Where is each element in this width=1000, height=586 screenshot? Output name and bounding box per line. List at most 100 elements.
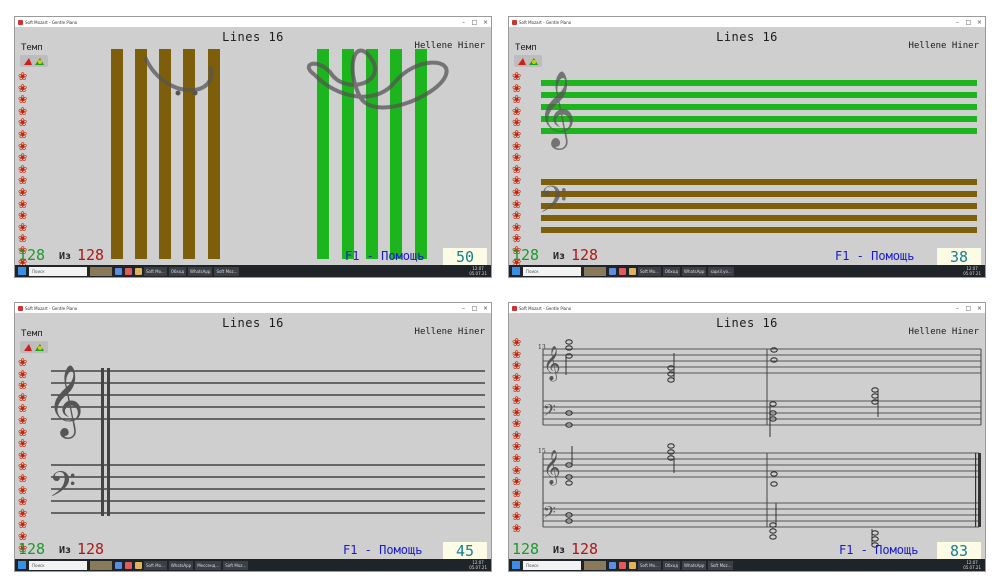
bass-clef-icon: 𝄢: [539, 179, 567, 230]
count-separator: Из: [553, 251, 566, 262]
close-icon[interactable]: ×: [974, 305, 985, 312]
maximize-icon[interactable]: □: [469, 19, 480, 26]
notes-total-count: 128: [571, 540, 599, 558]
score-canvas[interactable]: Lines 16 Hellene Hiner ❀ ❀ ❀ ❀ ❀ ❀ ❀ ❀ ❀ ❀ ❀ ❀ ❀ ❀ ❀ ❀ ❀…: [509, 313, 985, 560]
taskbar-app[interactable]: Обход: [662, 266, 681, 276]
taskbar-app[interactable]: Soft Mo...: [144, 560, 167, 570]
maximize-icon[interactable]: □: [963, 19, 974, 26]
taskbar-thumbnail: [90, 266, 112, 276]
taskbar-app[interactable]: Soft Moz...: [223, 560, 249, 570]
taskbar-app-icon[interactable]: [115, 561, 122, 569]
windows-start-icon[interactable]: [18, 267, 26, 275]
status-bar: 128 Из 128 F1 - Помощь 83: [509, 539, 985, 560]
help-hint[interactable]: F1 - Помощь: [343, 543, 422, 557]
search-input[interactable]: Поиск: [29, 266, 87, 276]
title-bar: Soft Mozart - Gentle Piano – □ ×: [15, 303, 491, 313]
taskbar: Поиск Soft Mo... WhatsApp Мессенд... Sof…: [15, 559, 491, 571]
minimize-icon[interactable]: –: [458, 305, 469, 312]
help-hint[interactable]: F1 - Помощь: [345, 249, 424, 263]
score-canvas[interactable]: Lines 16 Hellene Hiner Темп ❀ ❀ ❀ ❀ ❀ ❀ ❀ ❀ ❀ ❀ ❀ ❀…: [509, 27, 985, 268]
taskbar-app[interactable]: Soft Moz...: [214, 266, 240, 276]
help-hint[interactable]: F1 - Помощь: [835, 249, 914, 263]
sheet-music-view: 13 𝄞 𝄢 15 𝄞 𝄢: [538, 339, 982, 548]
bass-staff: [51, 464, 485, 514]
title-bar: Soft Mozart - Gentle Piano – □ ×: [509, 303, 985, 313]
taskbar-app[interactable]: Обход: [662, 560, 681, 570]
taskbar-clock: 12:07 05.07.21: [469, 560, 487, 570]
maximize-icon[interactable]: □: [469, 305, 480, 312]
system-1-bass: [543, 400, 981, 426]
search-input[interactable]: Поиск: [523, 266, 581, 276]
taskbar-app-icon[interactable]: [609, 561, 616, 569]
status-bar: 128 Из 128 F1 - Помощь 38: [509, 245, 985, 266]
taskbar-clock: 12:07 05.07.21: [963, 560, 981, 570]
close-icon[interactable]: ×: [480, 19, 491, 26]
minimize-icon[interactable]: –: [458, 19, 469, 26]
notes-played-count: 128: [18, 540, 46, 558]
vertical-bars-view: [111, 48, 449, 259]
taskbar-app-icon[interactable]: [135, 561, 142, 569]
taskbar-app[interactable]: Soft Mo...: [638, 560, 661, 570]
taskbar-app[interactable]: WhatsApp: [682, 266, 707, 276]
treble-staff: [51, 370, 485, 420]
taskbar-app-icon[interactable]: [125, 267, 132, 275]
app-window-vertical-bars: Soft Mozart - Gentle Piano – □ × Lines 1…: [14, 16, 492, 278]
windows-start-icon[interactable]: [18, 561, 26, 569]
maximize-icon[interactable]: □: [963, 305, 974, 312]
taskbar-app[interactable]: WhatsApp: [188, 266, 213, 276]
taskbar: Поиск Soft Mo... Обход WhatsApp sapsil.y…: [509, 265, 985, 277]
taskbar-app[interactable]: sapsil.yo...: [708, 266, 734, 276]
note-stems: [565, 353, 879, 545]
search-input[interactable]: Поиск: [29, 560, 87, 570]
search-input[interactable]: Поиск: [523, 560, 581, 570]
notes-total-count: 128: [77, 540, 105, 558]
windows-start-icon[interactable]: [512, 561, 520, 569]
treble-clef-icon: 𝄞: [47, 363, 84, 439]
score-canvas[interactable]: Lines 16 Hellene Hiner Темп ❀ ❀ ❀ ❀ ❀ ❀ ❀ ❀ ❀ ❀ ❀ ❀…: [15, 27, 491, 268]
taskbar-thumbnail: [584, 560, 606, 570]
help-hint[interactable]: F1 - Помощь: [839, 543, 918, 557]
notes-played-count: 128: [18, 246, 46, 264]
taskbar-thumbnail: [584, 266, 606, 276]
taskbar-app-icon[interactable]: [619, 267, 626, 275]
taskbar: Поиск Soft Mo... Обход WhatsApp Soft Moz…: [509, 559, 985, 571]
empty-staff-view: 𝄞 𝄢: [47, 363, 485, 516]
count-separator: Из: [59, 545, 72, 556]
bass-clef-icon: 𝄢: [49, 464, 76, 513]
minimize-icon[interactable]: –: [952, 305, 963, 312]
app-icon: [18, 19, 23, 25]
status-bar: 128 Из 128 F1 - Помощь 50: [15, 245, 491, 266]
taskbar-thumbnail: [90, 560, 112, 570]
score-box: 50: [443, 248, 487, 266]
close-icon[interactable]: ×: [974, 19, 985, 26]
notes-total-count: 128: [571, 246, 599, 264]
taskbar-app[interactable]: Soft Moz...: [708, 560, 734, 570]
taskbar-app[interactable]: WhatsApp: [168, 560, 194, 570]
olive-staff-lines: [541, 179, 977, 233]
title-bar: Soft Mozart - Gentle Piano – □ ×: [509, 17, 985, 27]
taskbar-app[interactable]: Мессенд...: [195, 560, 222, 570]
taskbar-app-icon[interactable]: [135, 267, 142, 275]
taskbar: Поиск Soft Mo... Обход WhatsApp Soft Moz…: [15, 265, 491, 277]
app-icon: [18, 305, 23, 311]
taskbar-app[interactable]: WhatsApp: [682, 560, 707, 570]
score-canvas[interactable]: Lines 16 Hellene Hiner Темп ❀ ❀ ❀ ❀ ❀ ❀ ❀ ❀ ❀ ❀ ❀ ❀…: [15, 313, 491, 560]
minimize-icon[interactable]: –: [952, 19, 963, 26]
taskbar-app-icon[interactable]: [115, 267, 122, 275]
taskbar-app[interactable]: Soft Mo...: [638, 266, 661, 276]
taskbar-app[interactable]: Soft Mo...: [144, 266, 167, 276]
taskbar-app-icon[interactable]: [629, 561, 636, 569]
taskbar-app-icon[interactable]: [125, 561, 132, 569]
app-window-empty-staff: Soft Mozart - Gentle Piano – □ × Lines 1…: [14, 302, 492, 572]
taskbar-app[interactable]: Обход: [168, 266, 187, 276]
barline: [101, 368, 104, 516]
windows-start-icon[interactable]: [512, 267, 520, 275]
taskbar-app-icon[interactable]: [609, 267, 616, 275]
bass-clef-icon: 𝄢: [543, 400, 556, 424]
close-icon[interactable]: ×: [480, 305, 491, 312]
clock-date: 05.07.21: [963, 565, 981, 570]
taskbar-app-icon[interactable]: [619, 561, 626, 569]
taskbar-clock: 12:07 05.07.21: [963, 266, 981, 276]
taskbar-app-icon[interactable]: [629, 267, 636, 275]
score-box: 38: [937, 248, 981, 266]
